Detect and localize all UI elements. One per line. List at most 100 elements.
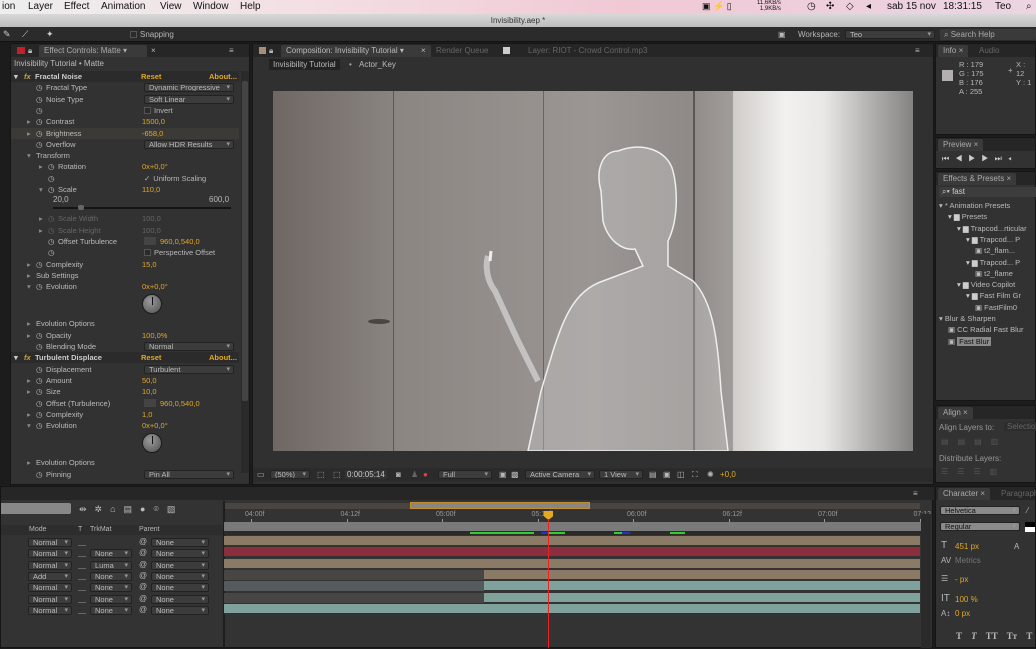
effect-property[interactable]: ▸ ◷ Scale Height 100,0 (11, 225, 239, 236)
column-t[interactable]: T (78, 526, 82, 533)
property-value[interactable]: 100,0% (142, 330, 167, 341)
layer-search-input[interactable] (1, 503, 71, 514)
tab-character[interactable]: Character × (938, 488, 991, 500)
effect-property[interactable]: ▾ Transform (11, 150, 239, 161)
parent-dropdown[interactable]: None (151, 583, 209, 593)
preserve-transparency-checkbox[interactable] (78, 583, 86, 592)
stopwatch-icon[interactable]: ◷ (36, 469, 43, 480)
effect-property[interactable]: ◷ Fractal Type Dynamic Progressive (11, 82, 239, 93)
layer-row[interactable]: Normal @ None (1, 537, 223, 548)
stopwatch-icon[interactable]: ◷ (36, 409, 43, 420)
layer-row[interactable]: Normal None @ None (1, 594, 223, 605)
font-family-dropdown[interactable]: Helvetica (940, 506, 1020, 515)
twirl-closed-icon[interactable]: ▸ (27, 270, 31, 281)
always-preview-icon[interactable]: ▭ (257, 470, 265, 479)
stopwatch-icon[interactable]: ◷ (36, 341, 43, 352)
stroke-width-value[interactable]: - px (955, 575, 968, 584)
stopwatch-icon[interactable]: ◷ (36, 398, 43, 409)
bluetooth-icon[interactable]: ✣ (826, 1, 834, 12)
property-checkbox[interactable]: Perspective Offset (144, 247, 215, 258)
tab-audio[interactable]: Audio (974, 45, 1004, 57)
twirl-closed-icon[interactable]: ▸ (39, 213, 43, 224)
property-value[interactable]: 100,0 (142, 225, 161, 236)
layer-bar[interactable] (224, 536, 920, 546)
play-icon[interactable]: ▶ (968, 154, 981, 163)
snapping-checkbox[interactable]: Snapping (130, 30, 174, 39)
preserve-transparency-checkbox[interactable] (78, 595, 86, 603)
crumb-actor-key[interactable]: Actor_Key (359, 60, 396, 69)
effect-property[interactable]: ◷ Overflow Allow HDR Results (11, 139, 239, 150)
twirl-closed-icon[interactable]: ▸ (27, 375, 31, 386)
point-value[interactable]: 960,0,540,0 (160, 236, 200, 247)
pickwhip-icon[interactable]: @ (139, 571, 147, 580)
tab-paragraph[interactable]: Paragraph (996, 488, 1036, 500)
pickwhip-icon[interactable]: @ (139, 548, 147, 557)
magnification-dropdown[interactable]: (50%) (270, 470, 310, 479)
property-checkbox[interactable]: Invert (144, 105, 173, 116)
tab-align[interactable]: Align × (938, 407, 973, 419)
layer-row[interactable]: Normal Luma @ None (1, 560, 223, 571)
tree-item[interactable]: ▣ FastFilm0 (975, 303, 1017, 312)
panel-menu-icon[interactable]: ≡ (915, 46, 920, 55)
fast-preview-icon[interactable]: ▣ (663, 470, 671, 479)
stopwatch-icon[interactable]: ◷ (36, 375, 43, 386)
effect-property[interactable]: ◷ Displacement Turbulent (11, 364, 239, 375)
work-area-range[interactable] (224, 522, 921, 531)
property-dropdown[interactable]: Dynamic Progressive (144, 83, 234, 93)
layer-bar[interactable] (483, 569, 920, 580)
effect-property[interactable]: ▸ ◷ Contrast 1500,0 (11, 116, 239, 127)
text-style-buttons[interactable]: T T TT Tт T (956, 631, 1032, 641)
clock[interactable]: 18:31:15 (943, 1, 982, 12)
stopwatch-icon[interactable]: ◷ (36, 139, 43, 150)
panel-menu-icon[interactable]: ≡ (229, 46, 234, 55)
effect-property[interactable]: ▾ ◷ Evolution 0x+0,0° (11, 420, 239, 431)
eyedropper-icon[interactable]: ⁄ (1027, 506, 1028, 515)
mode-dropdown[interactable]: Normal (28, 594, 72, 604)
property-dropdown[interactable]: Turbulent (144, 364, 234, 374)
user-name[interactable]: Teo (995, 1, 1011, 12)
effect-property[interactable]: ▸ Evolution Options (11, 318, 239, 329)
layer-row[interactable]: Normal None @ None (1, 605, 223, 616)
close-icon[interactable]: × (421, 46, 426, 55)
eraser-tool-icon[interactable]: ✎ (3, 29, 11, 40)
property-value[interactable]: 10,0 (142, 386, 157, 397)
column-parent[interactable]: Parent (139, 526, 160, 533)
tree-item[interactable]: ▣ t2_flam... (975, 246, 1015, 255)
property-dropdown[interactable]: Normal (144, 342, 234, 351)
reset-link[interactable]: Reset (141, 352, 161, 363)
camera-dropdown[interactable]: Active Camera (525, 470, 595, 479)
effect-property[interactable]: ◷ Offset Turbulence 960,0,540,0 (11, 236, 239, 247)
slider-thumb[interactable] (77, 205, 84, 211)
twirl-closed-icon[interactable]: ▸ (27, 386, 31, 397)
pickwhip-icon[interactable]: @ (139, 560, 147, 569)
parent-dropdown[interactable]: None (151, 594, 209, 604)
trkmat-dropdown[interactable]: Luma (90, 560, 132, 570)
twirl-closed-icon[interactable]: ▸ (27, 409, 31, 420)
kerning-value[interactable]: Metrics (955, 556, 981, 565)
tree-item[interactable]: ▾ Blur & Sharpen (939, 314, 996, 323)
checkerboard-icon[interactable]: ▩ (511, 470, 519, 479)
stopwatch-icon[interactable]: ◷ (36, 281, 43, 292)
show-snapshot-icon[interactable]: ♟ (411, 470, 418, 479)
audio-icon[interactable]: ◂ (1008, 154, 1018, 163)
twirl-open-icon[interactable]: ▾ (27, 150, 31, 161)
volume-icon[interactable]: ◂ (866, 1, 871, 12)
pickwhip-icon[interactable]: @ (139, 594, 147, 603)
property-value[interactable]: 0x+0,0° (142, 161, 168, 172)
trkmat-dropdown[interactable]: None (90, 549, 132, 559)
stopwatch-icon[interactable]: ◷ (36, 420, 43, 431)
transparency-grid-icon[interactable]: ⬚ (333, 470, 341, 479)
property-value[interactable]: 100,0 (142, 213, 161, 224)
property-value[interactable]: 15,0 (142, 259, 157, 270)
trkmat-dropdown[interactable]: None (90, 571, 132, 581)
toggle-pixel-aspect-icon[interactable]: ▤ (649, 470, 657, 479)
column-trkmat[interactable]: TrkMat (90, 526, 112, 533)
wifi-icon[interactable]: ◇ (846, 1, 854, 12)
checkmark-icon[interactable]: ✓ (144, 174, 150, 183)
parent-dropdown[interactable]: None (151, 538, 209, 547)
twirl-closed-icon[interactable]: ▸ (27, 318, 31, 329)
twirl-closed-icon[interactable]: ▸ (39, 161, 43, 172)
view-layout-dropdown[interactable]: 1 View (599, 470, 643, 479)
tree-item[interactable]: ▣ t2_flame (975, 269, 1013, 278)
stopwatch-icon[interactable]: ◷ (36, 330, 43, 341)
